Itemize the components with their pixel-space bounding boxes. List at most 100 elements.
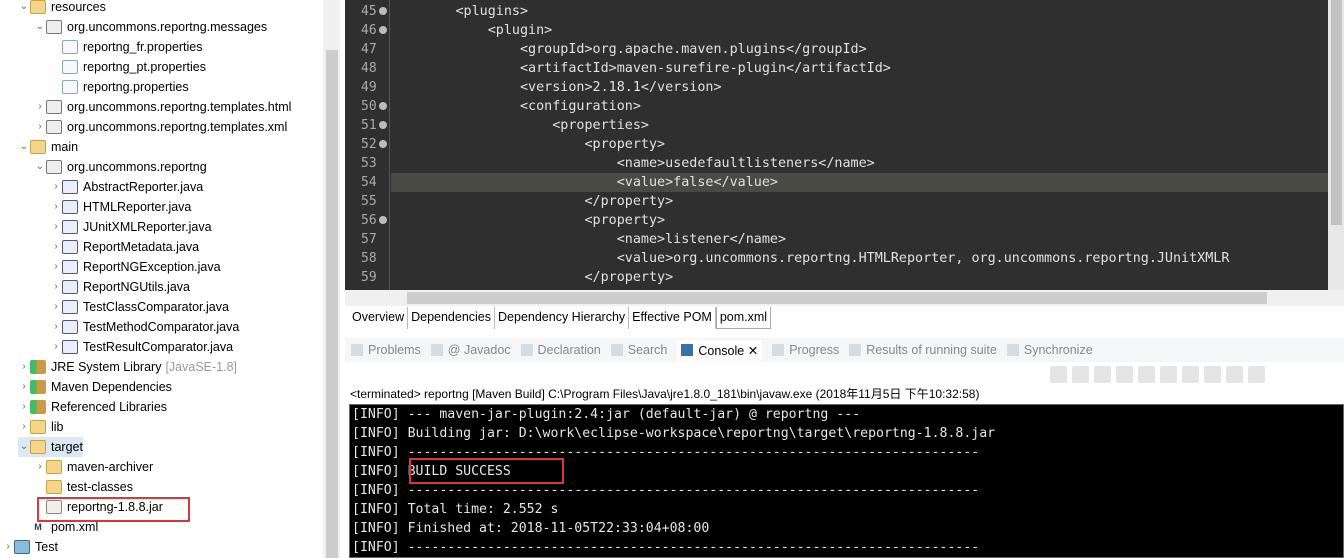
chevron-right-icon[interactable]: › xyxy=(18,357,30,377)
code-line[interactable]: <groupId>org.apache.maven.plugins</group… xyxy=(391,40,1328,59)
view-tab[interactable]: Results of running suite xyxy=(849,343,997,357)
tree-item[interactable]: ⌄ org.uncommons.reportng.messages xyxy=(34,17,267,37)
chevron-right-icon[interactable]: › xyxy=(34,117,46,137)
tree-item[interactable]: › ReportNGException.java xyxy=(50,257,221,277)
tab-dependency-hierarchy[interactable]: Dependency Hierarchy xyxy=(495,307,630,329)
scroll-lock-icon[interactable] xyxy=(1116,366,1133,383)
tree-item[interactable]: ⌄ target xyxy=(18,437,83,457)
chevron-down-icon[interactable]: ⌄ xyxy=(34,17,46,37)
chevron-down-icon[interactable]: ⌄ xyxy=(18,437,30,457)
tree-item[interactable]: › org.uncommons.reportng.templates.xml xyxy=(34,117,287,137)
view-tab[interactable]: Console ✕ xyxy=(677,339,763,361)
pom-editor[interactable]: 45 46 47 48 49 50 51 52 53 54 55 56 57 58 59 <plugins>… xyxy=(345,0,1344,290)
code-line[interactable]: <value>false</value> xyxy=(391,173,1328,192)
fold-toggle-icon[interactable] xyxy=(379,26,387,34)
view-tab[interactable]: Progress xyxy=(772,343,839,357)
chevron-down-icon[interactable]: ⌄ xyxy=(18,0,30,17)
terminate-icon[interactable] xyxy=(1050,366,1067,383)
tab-effective-pom[interactable]: Effective POM xyxy=(629,307,716,329)
chevron-right-icon[interactable]: › xyxy=(2,537,14,557)
fold-toggle-icon[interactable] xyxy=(379,216,387,224)
code-line[interactable]: <properties> xyxy=(391,116,1328,135)
pin-icon[interactable] xyxy=(1204,366,1221,383)
fold-toggle-icon[interactable] xyxy=(379,121,387,129)
tab-overview[interactable]: Overview xyxy=(349,307,409,329)
remove-all-icon[interactable] xyxy=(1094,366,1111,383)
code-line[interactable]: <plugin> xyxy=(391,21,1328,40)
chevron-right-icon[interactable]: › xyxy=(50,297,62,317)
code-line[interactable]: <property> xyxy=(391,135,1328,154)
code-line[interactable]: <configuration> xyxy=(391,97,1328,116)
code-line[interactable]: <plugins> xyxy=(391,2,1328,21)
chevron-right-icon[interactable]: › xyxy=(50,257,62,277)
chevron-down-icon[interactable]: ⌄ xyxy=(18,137,30,157)
display-console-icon[interactable] xyxy=(1226,366,1243,383)
fold-toggle-icon[interactable] xyxy=(379,102,387,110)
tree-item[interactable]: › TestClassComparator.java xyxy=(50,297,229,317)
code-line[interactable]: <value>org.uncommons.reportng.HTMLReport… xyxy=(391,249,1328,268)
fold-toggle-icon[interactable] xyxy=(379,140,387,148)
chevron-right-icon[interactable]: › xyxy=(50,317,62,337)
tree-item[interactable]: › TestResultComparator.java xyxy=(50,337,233,357)
code-line[interactable]: </property> xyxy=(391,268,1328,287)
tree-item[interactable]: ⌄ org.uncommons.reportng xyxy=(34,157,207,177)
tree-item[interactable]: › AbstractReporter.java xyxy=(50,177,203,197)
chevron-down-icon[interactable]: ⌄ xyxy=(34,157,46,177)
tree-item[interactable]: ⌄ resources xyxy=(18,0,106,17)
editor-horizontal-scrollbar[interactable] xyxy=(345,290,1344,306)
view-tab[interactable]: Problems xyxy=(351,343,421,357)
tree-item[interactable]: › JUnitXMLReporter.java xyxy=(50,217,212,237)
explorer-scrollbar-thumb[interactable] xyxy=(326,50,338,558)
view-tab[interactable]: Synchronize xyxy=(1006,343,1093,357)
code-line[interactable]: </property> xyxy=(391,192,1328,211)
chevron-right-icon[interactable]: › xyxy=(18,377,30,397)
show-on-output-icon[interactable] xyxy=(1160,366,1177,383)
chevron-right-icon[interactable]: › xyxy=(18,397,30,417)
tree-item[interactable]: › ReportMetadata.java xyxy=(50,237,199,257)
fold-toggle-icon[interactable] xyxy=(379,7,387,15)
view-tab-icon xyxy=(681,344,694,356)
tab-pom-xml[interactable]: pom.xml xyxy=(715,307,772,329)
chevron-right-icon[interactable]: › xyxy=(34,97,46,117)
code-line[interactable]: <property> xyxy=(391,211,1328,230)
tree-item[interactable]: reportng_pt.properties xyxy=(50,57,206,77)
chevron-right-icon[interactable]: › xyxy=(34,457,46,477)
chevron-right-icon[interactable]: › xyxy=(50,217,62,237)
code-line[interactable]: <version>2.18.1</version> xyxy=(391,78,1328,97)
chevron-right-icon[interactable]: › xyxy=(50,237,62,257)
tab-dependencies[interactable]: Dependencies xyxy=(408,307,496,329)
tree-item[interactable]: › Test xyxy=(2,537,58,557)
tree-item[interactable]: test-classes xyxy=(34,477,133,497)
show-on-error-icon[interactable] xyxy=(1182,366,1199,383)
editor-scrollbar-thumb[interactable] xyxy=(1331,0,1342,225)
chevron-right-icon[interactable]: › xyxy=(18,417,30,437)
word-wrap-icon[interactable] xyxy=(1138,366,1155,383)
tree-item[interactable]: › HTMLReporter.java xyxy=(50,197,191,217)
view-tab[interactable]: Search xyxy=(610,343,667,357)
console-status: <terminated> reportng [Maven Build] C:\P… xyxy=(350,387,980,401)
view-tab[interactable]: @ Javadoc xyxy=(430,343,511,357)
horizontal-scrollbar-thumb[interactable] xyxy=(407,292,1267,304)
tree-item[interactable]: › Referenced Libraries xyxy=(18,397,167,417)
tree-item-label: reportng_fr.properties xyxy=(83,40,203,54)
tree-item[interactable]: reportng_fr.properties xyxy=(50,37,203,57)
code-line[interactable]: <name>usedefaultlisteners</name> xyxy=(391,154,1328,173)
chevron-right-icon[interactable]: › xyxy=(50,197,62,217)
tree-item[interactable]: › lib xyxy=(18,417,64,437)
chevron-right-icon[interactable]: › xyxy=(50,337,62,357)
chevron-right-icon[interactable]: › xyxy=(50,177,62,197)
tree-item[interactable]: › maven-archiver xyxy=(34,457,153,477)
tree-item[interactable]: › org.uncommons.reportng.templates.html xyxy=(34,97,291,117)
code-line[interactable]: <artifactId>maven-surefire-plugin</artif… xyxy=(391,59,1328,78)
view-tab[interactable]: Declaration xyxy=(520,343,601,357)
tree-item[interactable]: › Maven Dependencies xyxy=(18,377,172,397)
tree-item[interactable]: reportng.properties xyxy=(50,77,189,97)
chevron-right-icon[interactable]: › xyxy=(50,277,62,297)
tree-item[interactable]: › ReportNGUtils.java xyxy=(50,277,190,297)
tree-item[interactable]: › JRE System Library [JavaSE-1.8] xyxy=(18,357,237,377)
tree-item[interactable]: ⌄ main xyxy=(18,137,78,157)
remove-launch-icon[interactable] xyxy=(1072,366,1089,383)
tree-item[interactable]: › TestMethodComparator.java xyxy=(50,317,239,337)
open-console-icon[interactable] xyxy=(1248,366,1265,383)
code-line[interactable]: <name>listener</name> xyxy=(391,230,1328,249)
